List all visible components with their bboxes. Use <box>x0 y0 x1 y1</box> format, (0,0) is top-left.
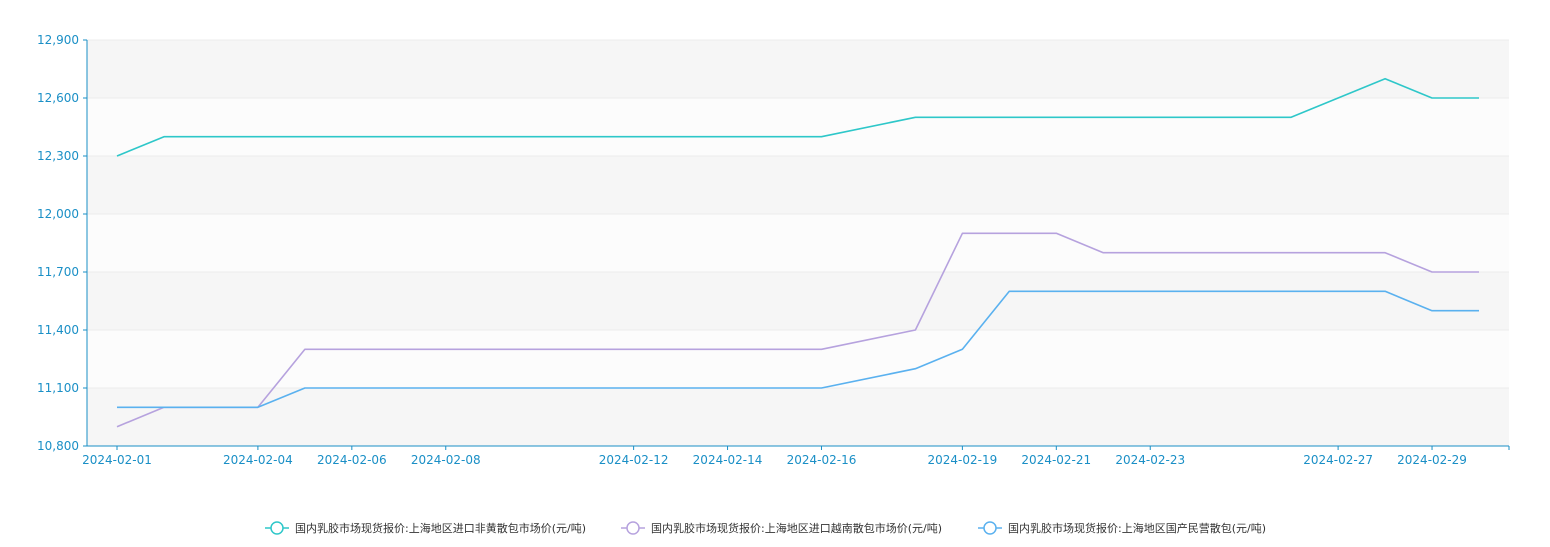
x-tick-label: 2024-02-29 <box>1397 453 1467 467</box>
background-band <box>87 214 1509 272</box>
legend-label: 国内乳胶市场现货报价:上海地区进口越南散包市场价(元/吨) <box>651 521 942 535</box>
line-chart: 10,800 11,100 11,400 11,700 12,000 12,300 12,6… <box>0 0 1550 547</box>
legend-circle-icon <box>983 521 997 535</box>
x-axis-ticks: 2024-02-01 2024-02-04 2024-02-06 2024-02-08… <box>82 446 1510 467</box>
legend-item-2[interactable]: 国内乳胶市场现货报价:上海地区进口越南散包市场价(元/吨) <box>621 521 942 535</box>
background-band <box>87 272 1509 330</box>
x-tick-label: 2024-02-04 <box>223 453 293 467</box>
x-tick-label: 2024-02-16 <box>787 453 857 467</box>
x-tick-label: 2024-02-01 <box>82 453 152 467</box>
legend-label: 国内乳胶市场现货报价:上海地区国产民营散包(元/吨) <box>1008 521 1266 535</box>
x-tick-label: 2024-02-08 <box>411 453 481 467</box>
x-tick-label: 2024-02-21 <box>1021 453 1091 467</box>
x-tick-label: 2024-02-19 <box>928 453 998 467</box>
background-band <box>87 98 1509 156</box>
background-band <box>87 40 1509 98</box>
legend-circle-icon <box>626 521 640 535</box>
plot-background-bands <box>87 40 1509 446</box>
legend: 国内乳胶市场现货报价:上海地区进口非黄散包市场价(元/吨) 国内乳胶市场现货报价:… <box>265 521 1266 535</box>
chart-svg: 10,800 11,100 11,400 11,700 12,000 12,300 12,6… <box>37 33 1510 535</box>
background-band <box>87 388 1509 446</box>
y-tick-label: 12,300 <box>37 149 79 163</box>
y-tick-label: 11,400 <box>37 323 79 337</box>
x-tick-label: 2024-02-06 <box>317 453 387 467</box>
y-tick-label: 10,800 <box>37 439 79 453</box>
legend-label: 国内乳胶市场现货报价:上海地区进口非黄散包市场价(元/吨) <box>295 521 586 535</box>
y-axis-ticks: 10,800 11,100 11,400 11,700 12,000 12,300 12,6… <box>37 33 87 453</box>
x-tick-label: 2024-02-14 <box>693 453 763 467</box>
legend-item-1[interactable]: 国内乳胶市场现货报价:上海地区进口非黄散包市场价(元/吨) <box>265 521 586 535</box>
y-tick-label: 12,900 <box>37 33 79 47</box>
background-band <box>87 156 1509 214</box>
y-tick-label: 11,100 <box>37 381 79 395</box>
y-tick-label: 11,700 <box>37 265 79 279</box>
legend-circle-icon <box>270 521 284 535</box>
x-tick-label: 2024-02-27 <box>1303 453 1373 467</box>
y-tick-label: 12,000 <box>37 207 79 221</box>
x-tick-label: 2024-02-12 <box>599 453 669 467</box>
y-tick-label: 12,600 <box>37 91 79 105</box>
background-band <box>87 330 1509 388</box>
x-tick-label: 2024-02-23 <box>1115 453 1185 467</box>
legend-item-3[interactable]: 国内乳胶市场现货报价:上海地区国产民营散包(元/吨) <box>978 521 1266 535</box>
